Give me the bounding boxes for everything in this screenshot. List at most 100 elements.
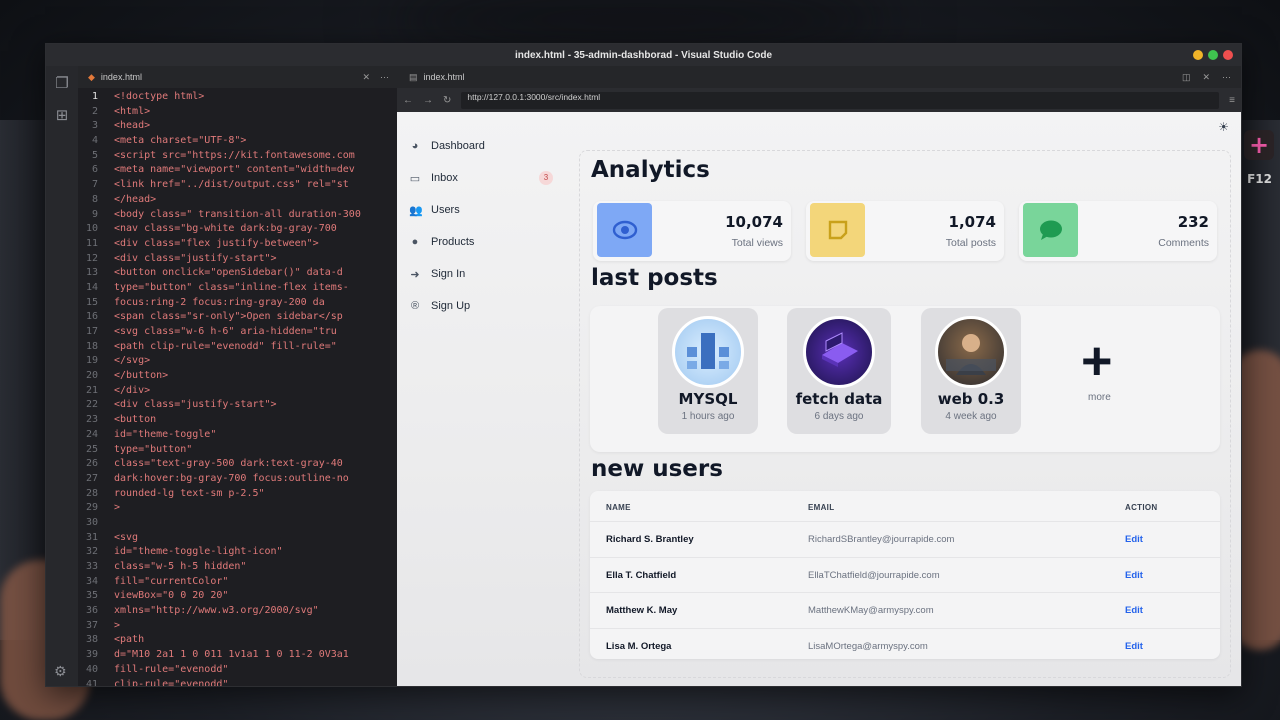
code-editor[interactable]: ◆ index.html ✕ ⋯ 1 <!doctype html> 2 <html>… — [78, 66, 397, 686]
code-line[interactable]: 33 class="w-5 h-5 hidden" — [78, 560, 397, 575]
code-line[interactable]: 8 </head> — [78, 193, 397, 208]
code-line[interactable]: 20 </button> — [78, 369, 397, 384]
code-line[interactable]: 27 dark:hover:bg-gray-700 focus:outline-… — [78, 472, 397, 487]
code-line[interactable]: 13 <button onclick="openSidebar()" data-… — [78, 266, 397, 281]
line-number: 27 — [85, 472, 98, 484]
code-line[interactable]: 15 focus:ring-2 focus:ring-gray-200 da — [78, 296, 397, 311]
code-line[interactable]: 37 > — [78, 619, 397, 634]
explorer-icon[interactable]: ❐ — [55, 74, 68, 92]
code-line[interactable]: 29 > — [78, 501, 397, 516]
post-card-mysql[interactable]: MYSQL 1 hours ago — [658, 308, 758, 434]
menu-icon[interactable]: ≡ — [1229, 95, 1235, 106]
line-number: 1 — [91, 91, 98, 102]
post-card-fetch-data[interactable]: fetch data 6 days ago — [787, 308, 891, 434]
code-text: rounded-lg text-sm p-2.5" — [114, 487, 265, 499]
code-line[interactable]: 16 <span class="sr-only">Open sidebar</s… — [78, 310, 397, 325]
edit-link[interactable]: Edit — [1125, 570, 1143, 581]
code-text: </button> — [114, 370, 169, 382]
code-line[interactable]: 1 <!doctype html> — [78, 90, 397, 105]
code-line[interactable]: 10 <nav class="bg-white dark:bg-gray-700 — [78, 222, 397, 237]
theme-toggle-sun-icon[interactable]: ☀ — [1218, 120, 1229, 134]
code-line[interactable]: 18 <path clip-rule="evenodd" fill-rule=" — [78, 340, 397, 355]
code-line[interactable]: 36 xmlns="http://www.w3.org/2000/svg" — [78, 604, 397, 619]
preview-tab-actions: ◫ ✕ ⋯ — [1182, 72, 1231, 83]
sidebar-item-sign-up[interactable]: ® Sign Up — [397, 290, 567, 322]
back-icon[interactable]: ← — [403, 95, 413, 106]
code-line[interactable]: 22 <div class="justify-start"> — [78, 398, 397, 413]
sidebar-item-dashboard[interactable]: ◕ Dashboard — [397, 130, 567, 162]
preview-tab-label[interactable]: index.html — [424, 72, 465, 82]
code-line[interactable]: 2 <html> — [78, 105, 397, 120]
mysql-server-image — [672, 316, 744, 388]
sidebar-item-sign-in[interactable]: ➜ Sign In — [397, 258, 567, 290]
extensions-icon[interactable]: ⊞ — [56, 106, 69, 124]
code-line[interactable]: 19 </svg> — [78, 354, 397, 369]
code-line[interactable]: 11 <div class="flex justify-between"> — [78, 237, 397, 252]
close-preview-icon[interactable]: ✕ — [1202, 72, 1210, 83]
sidebar-item-users[interactable]: 👥 Users — [397, 194, 567, 226]
split-editor-icon[interactable]: ◫ — [1182, 72, 1191, 83]
code-line[interactable]: 41 clip-rule="evenodd" — [78, 678, 397, 687]
dashboard-page: ☀ ◕ Dashboard ▭ Inbox 3 👥 Users ● Products ➜ Sign … — [397, 112, 1241, 686]
stat-card-comments: 232 Comments — [1019, 201, 1217, 261]
add-more-plus-icon[interactable]: + — [1081, 334, 1113, 388]
maximize-button[interactable] — [1208, 50, 1218, 60]
line-number: 29 — [85, 502, 98, 514]
last-posts-heading: last posts — [591, 265, 718, 291]
code-line[interactable]: 25 type="button" — [78, 443, 397, 458]
code-text: > — [114, 502, 121, 514]
post-time: 4 week ago — [945, 411, 997, 422]
code-line[interactable]: 40 fill-rule="evenodd" — [78, 663, 397, 678]
edit-link[interactable]: Edit — [1125, 534, 1143, 545]
code-lines[interactable]: 1 <!doctype html> 2 <html> 3 <head> 4 <meta ch… — [78, 88, 397, 687]
editor-tab-label[interactable]: index.html — [101, 72, 142, 82]
code-line[interactable]: 39 d="M10 2a1 1 0 011 1v1a1 1 0 11-2 0V3… — [78, 648, 397, 663]
code-line[interactable]: 30 — [78, 516, 397, 531]
preview-more-icon[interactable]: ⋯ — [1222, 72, 1231, 83]
line-number: 22 — [85, 399, 98, 411]
code-line[interactable]: 26 class="text-gray-500 dark:text-gray-40 — [78, 457, 397, 472]
forward-icon[interactable]: → — [423, 95, 433, 106]
code-line[interactable]: 31 <svg — [78, 531, 397, 546]
code-line[interactable]: 3 <head> — [78, 119, 397, 134]
post-title: web 0.3 — [937, 390, 1005, 408]
code-text: <button onclick="openSidebar()" data-d — [114, 267, 343, 279]
code-line[interactable]: 38 <path — [78, 633, 397, 648]
reload-icon[interactable]: ↻ — [443, 95, 451, 106]
new-users-heading: new users — [591, 456, 723, 482]
code-line[interactable]: 4 <meta charset="UTF-8"> — [78, 134, 397, 149]
settings-gear-icon[interactable]: ⚙ — [54, 664, 67, 680]
code-line[interactable]: 12 <div class="justify-start"> — [78, 252, 397, 267]
code-line[interactable]: 34 fill="currentColor" — [78, 575, 397, 590]
code-line[interactable]: 28 rounded-lg text-sm p-2.5" — [78, 487, 397, 502]
minimize-button[interactable] — [1193, 50, 1203, 60]
code-line[interactable]: 32 id="theme-toggle-light-icon" — [78, 545, 397, 560]
code-line[interactable]: 7 <link href="../dist/output.css" rel="s… — [78, 178, 397, 193]
post-time: 1 hours ago — [681, 411, 735, 422]
url-input[interactable]: http://127.0.0.1:3000/src/index.html — [461, 91, 1220, 109]
more-label[interactable]: more — [1088, 392, 1111, 403]
code-line[interactable]: 6 <meta name="viewport" content="width=d… — [78, 163, 397, 178]
more-actions-icon[interactable]: ⋯ — [380, 72, 389, 83]
edit-link[interactable]: Edit — [1125, 605, 1143, 616]
code-text: <svg class="w-6 h-6" aria-hidden="tru — [114, 326, 337, 337]
sidebar-item-inbox[interactable]: ▭ Inbox 3 — [397, 162, 567, 194]
code-line[interactable]: 24 id="theme-toggle" — [78, 428, 397, 443]
edit-link[interactable]: Edit — [1125, 641, 1143, 652]
code-line[interactable]: 5 <script src="https://kit.fontawesome.c… — [78, 149, 397, 164]
close-tab-icon[interactable]: ✕ — [362, 72, 370, 83]
code-line[interactable]: 14 type="button" class="inline-flex item… — [78, 281, 397, 296]
code-line[interactable]: 35 viewBox="0 0 20 20" — [78, 589, 397, 604]
close-button[interactable] — [1223, 50, 1233, 60]
line-number: 8 — [91, 193, 98, 205]
code-line[interactable]: 9 <body class=" transition-all duration-3… — [78, 208, 397, 223]
sidebar-item-products[interactable]: ● Products — [397, 226, 567, 258]
code-line[interactable]: 21 </div> — [78, 384, 397, 399]
code-text: type="button" — [114, 443, 193, 455]
line-number: 16 — [85, 311, 98, 323]
code-line[interactable]: 23 <button — [78, 413, 397, 428]
code-text: <link href="../dist/output.css" rel="st — [114, 179, 349, 191]
post-card-web[interactable]: web 0.3 4 week ago — [921, 308, 1021, 434]
post-time: 6 days ago — [814, 411, 864, 422]
code-line[interactable]: 17 <svg class="w-6 h-6" aria-hidden="tru — [78, 325, 397, 340]
